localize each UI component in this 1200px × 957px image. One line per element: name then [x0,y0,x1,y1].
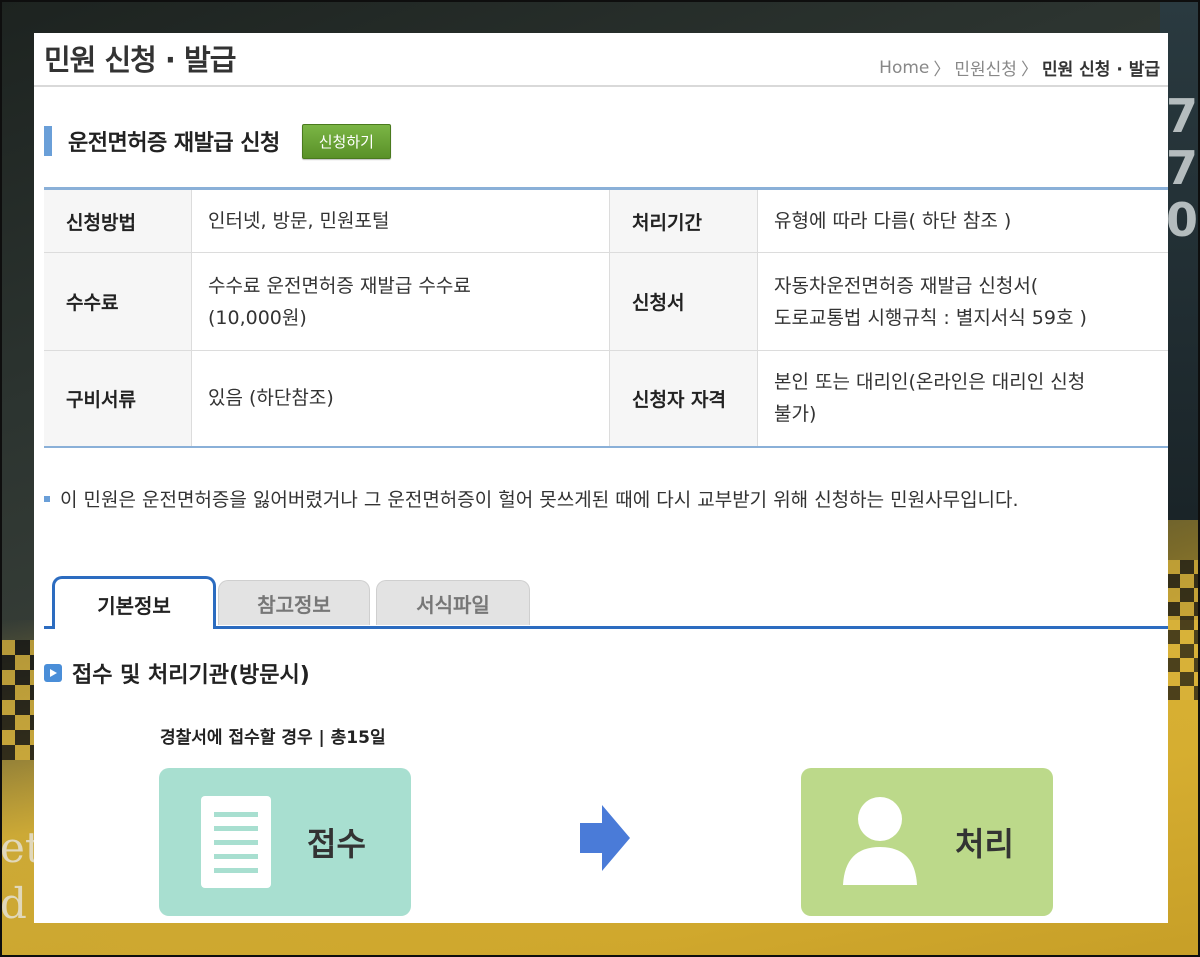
case-label: 경찰서에 접수할 경우 | 총15일 [160,728,386,748]
reception-section-title: 접수 및 처리기관(방문시) [72,663,310,688]
service-note: 이 민원은 운전면허증을 잃어버렸거나 그 운전면허증이 헐어 못쓰게된 때에 … [44,485,1019,512]
breadcrumb-current: 민원 신청 · 발급 [1041,60,1160,80]
label-period: 처리기간 [609,188,758,253]
step-process: 처리 [801,768,1053,916]
table-row: 수수료 수수료 운전면허증 재발급 수수료 (10,000원) 신청서 자동차운… [44,252,1168,351]
arrow-right-icon [580,805,630,875]
tab-form-files[interactable]: 서식파일 [376,580,530,625]
step-process-label: 처리 [955,825,1014,863]
page-panel: 민원 신청 · 발급 Home 〉 민원신청 〉 민원 신청 · 발급 운전면허… [34,33,1168,923]
document-icon [201,796,271,888]
value-form-line2: 도로교통법 시행규칙 : 별지서식 59호 ) [774,306,1087,329]
apply-button[interactable]: 신청하기 [301,123,391,159]
step-receive: 접수 [159,768,411,916]
play-icon [44,664,62,682]
reception-section-header: 접수 및 처리기관(방문시) [44,657,310,689]
page-title: 민원 신청 · 발급 [44,43,236,77]
breadcrumb-separator-icon: 〉 [933,60,951,80]
breadcrumb-apply[interactable]: 민원신청 [954,55,1017,80]
tab-reference-info[interactable]: 참고정보 [218,580,370,625]
label-method: 신청방법 [44,188,192,253]
page-header: 민원 신청 · 발급 Home 〉 민원신청 〉 민원 신청 · 발급 [34,33,1168,87]
tab-basic-info[interactable]: 기본정보 [52,576,216,629]
value-fee-line1: 수수료 운전면허증 재발급 수수료 [208,274,471,297]
value-eligibility-line2: 불가) [774,403,817,426]
value-fee-line2: (10,000원) [208,306,307,329]
service-title: 운전면허증 재발급 신청 [68,131,280,156]
value-fee: 수수료 운전면허증 재발급 수수료 (10,000원) [191,252,610,351]
step-receive-label: 접수 [307,825,366,863]
value-form-line1: 자동차운전면허증 재발급 신청서( [774,274,1039,297]
section-bar-icon [44,126,52,156]
service-note-text: 이 민원은 운전면허증을 잃어버렸거나 그 운전면허증이 헐어 못쓰게된 때에 … [60,489,1019,511]
background-left-text: et d [0,823,34,928]
service-info-table: 신청방법 인터넷, 방문, 민원포털 처리기간 유형에 따라 다름( 하단 참조… [44,187,1168,448]
value-period: 유형에 따라 다름( 하단 참조 ) [757,188,1168,253]
person-icon [841,795,919,889]
table-row: 신청방법 인터넷, 방문, 민원포털 처리기간 유형에 따라 다름( 하단 참조… [44,188,1168,253]
service-header: 운전면허증 재발급 신청 신청하기 [44,121,391,161]
value-eligibility: 본인 또는 대리인(온라인은 대리인 신청 불가) [757,350,1168,447]
label-eligibility: 신청자 자격 [609,350,758,447]
value-documents: 있음 (하단참조) [191,350,610,447]
label-form: 신청서 [609,252,758,351]
table-row: 구비서류 있음 (하단참조) 신청자 자격 본인 또는 대리인(온라인은 대리인… [44,350,1168,447]
breadcrumb: Home 〉 민원신청 〉 민원 신청 · 발급 [879,55,1160,81]
label-documents: 구비서류 [44,350,192,447]
value-method: 인터넷, 방문, 민원포털 [191,188,610,253]
background-right-text: 70 72 00 [1166,90,1200,246]
value-form: 자동차운전면허증 재발급 신청서( 도로교통법 시행규칙 : 별지서식 59호 … [757,252,1168,351]
value-eligibility-line1: 본인 또는 대리인(온라인은 대리인 신청 [774,371,1086,394]
bullet-icon [44,495,50,502]
breadcrumb-home[interactable]: Home [879,58,929,78]
tab-bar: 기본정보 참고정보 서식파일 [44,576,1168,629]
background-checker-right [1166,560,1200,700]
label-fee: 수수료 [44,252,192,351]
breadcrumb-separator-icon: 〉 [1020,60,1038,80]
